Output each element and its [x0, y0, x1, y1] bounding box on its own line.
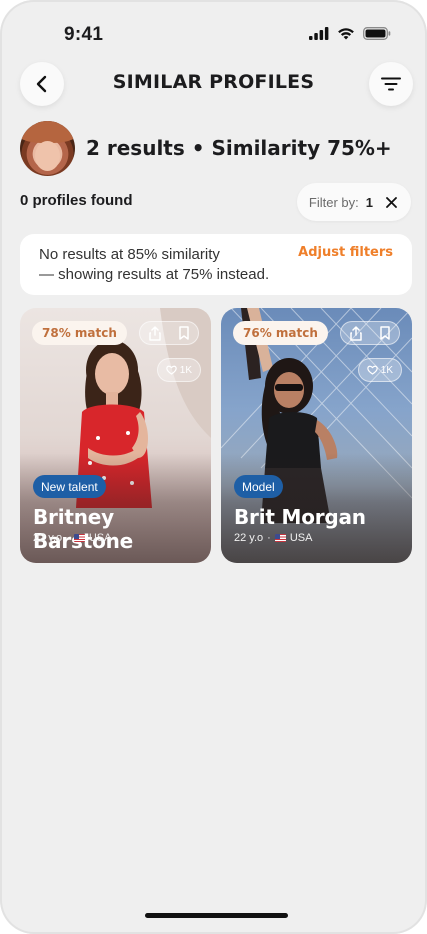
- profile-name: Britney Barstone: [33, 505, 133, 553]
- profile-country: USA: [88, 532, 112, 544]
- like-button[interactable]: 1K: [156, 358, 201, 382]
- filter-lines-icon: [381, 77, 401, 91]
- phone-screen: 9:41 SIMILAR PROFILES 2 results • Simila…: [0, 0, 427, 934]
- profile-meta: 22 y.o · USA: [234, 532, 312, 544]
- filter-button[interactable]: [369, 62, 413, 106]
- profile-age: 22 y.o: [234, 532, 264, 544]
- battery-icon: [363, 27, 391, 40]
- home-indicator[interactable]: [145, 913, 288, 918]
- card-actions: [340, 321, 400, 345]
- match-badge: 76% match: [233, 321, 328, 345]
- reference-avatar[interactable]: [20, 121, 75, 176]
- profiles-found-count: 0 profiles found: [20, 192, 133, 209]
- heart-icon: [166, 365, 177, 375]
- adjust-filters-link[interactable]: Adjust filters: [298, 245, 393, 260]
- profile-card[interactable]: 78% match 1K New talent Britney Barstone…: [20, 308, 211, 563]
- like-count: 1K: [380, 364, 393, 376]
- notice-line-2: — showing results at 75% instead.: [39, 266, 270, 283]
- card-actions: [139, 321, 199, 345]
- profile-country: USA: [289, 532, 313, 544]
- meta-separator: ·: [66, 532, 70, 544]
- bookmark-icon[interactable]: [379, 326, 391, 340]
- bookmark-icon[interactable]: [178, 326, 190, 340]
- status-icons: [309, 27, 391, 40]
- cellular-icon: [309, 27, 329, 40]
- heart-icon: [367, 365, 378, 375]
- share-icon[interactable]: [349, 325, 363, 341]
- active-filter-chip[interactable]: Filter by: 1: [296, 183, 411, 221]
- avatar-hat: [20, 121, 75, 143]
- filter-chip-label: Filter by:: [308, 194, 359, 210]
- meta-separator: ·: [267, 532, 271, 544]
- profile-meta: 22 y.o · USA: [33, 532, 111, 544]
- notice-line-1: No results at 85% similarity: [39, 246, 220, 263]
- category-tag: New talent: [33, 475, 106, 498]
- like-button[interactable]: 1K: [357, 358, 402, 382]
- status-bar: 9:41: [0, 0, 427, 64]
- page-title: SIMILAR PROFILES: [112, 71, 315, 93]
- us-flag-icon: [274, 534, 286, 542]
- avatar-face: [35, 141, 60, 171]
- close-icon[interactable]: [386, 196, 397, 208]
- wifi-icon: [338, 28, 354, 40]
- profile-name: Brit Morgan: [234, 505, 366, 529]
- similarity-notice: No results at 85% similarity — showing r…: [20, 234, 412, 295]
- profile-age: 22 y.o: [33, 532, 63, 544]
- category-tag: Model: [234, 475, 283, 498]
- status-time: 9:41: [64, 24, 104, 45]
- share-icon[interactable]: [148, 325, 162, 341]
- profile-card[interactable]: 76% match 1K Model Brit Morgan 22 y.o · …: [221, 308, 412, 563]
- filter-chip-count: 1: [365, 194, 373, 210]
- match-badge: 78% match: [32, 321, 127, 345]
- like-count: 1K: [179, 364, 192, 376]
- results-headline: 2 results • Similarity 75%+: [86, 136, 392, 160]
- us-flag-icon: [73, 534, 85, 542]
